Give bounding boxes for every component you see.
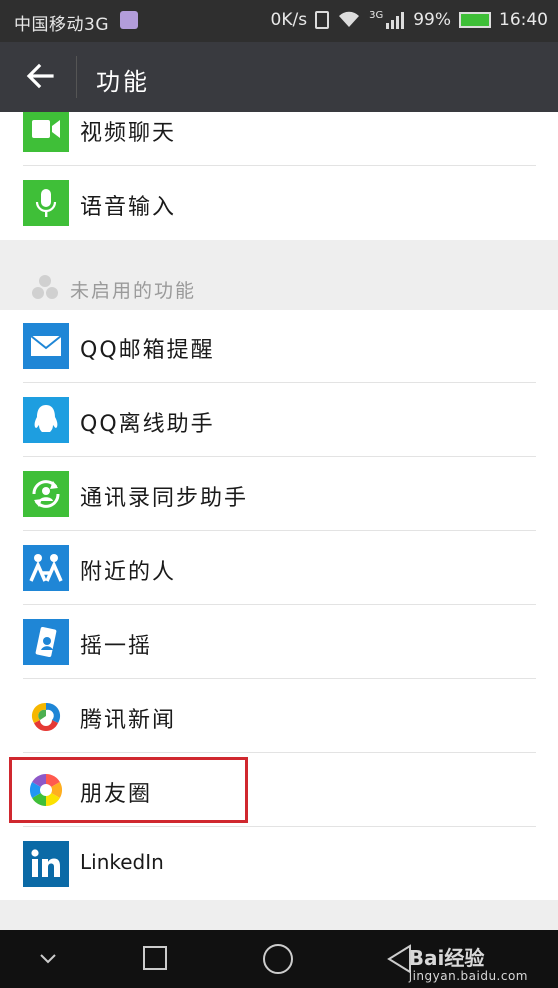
app-bar-divider (76, 56, 77, 98)
page-title: 功能 (96, 68, 150, 96)
list-item-label: 附近的人 (80, 560, 177, 585)
linkedin-icon (23, 841, 69, 887)
tencent-news-icon (23, 693, 69, 739)
status-bar: 中国移动3G 0K/s 3G 99% 16:40 (0, 0, 558, 42)
groups-icon (32, 275, 58, 299)
list-item-label: 视频聊天 (80, 121, 177, 146)
list-item-qq-mail[interactable]: QQ邮箱提醒 (0, 310, 558, 383)
highlight-box (9, 757, 248, 823)
list-item-linkedin[interactable]: LinkedIn (0, 828, 558, 901)
circle-home-icon[interactable] (263, 944, 293, 974)
section-title: 未启用的功能 (70, 280, 197, 302)
signal-icon (386, 12, 405, 29)
wifi-icon (339, 11, 360, 27)
list-item-label: LinkedIn (80, 850, 164, 874)
contacts-sync-icon (23, 471, 69, 517)
list-item-label: 摇一摇 (80, 634, 153, 659)
people-nearby-icon (23, 545, 69, 591)
list-item-shake[interactable]: 摇一摇 (0, 606, 558, 679)
carrier-label: 中国移动3G (14, 15, 109, 35)
enabled-features-group: 视频聊天 语音输入 (0, 112, 558, 240)
divider (23, 752, 536, 753)
list-item-tencent-news[interactable]: 腾讯新闻 (0, 680, 558, 753)
list-item-video-chat[interactable]: 视频聊天 (0, 112, 558, 166)
divider (23, 382, 536, 383)
list-item-voice-input[interactable]: 语音输入 (0, 167, 558, 240)
battery-percent: 99% (413, 10, 451, 30)
battery-icon (459, 12, 491, 28)
divider (23, 165, 536, 166)
list-item-qq-offline[interactable]: QQ离线助手 (0, 384, 558, 457)
vibrate-icon (315, 11, 330, 29)
shake-phone-icon (23, 619, 69, 665)
list-item-people-nearby[interactable]: 附近的人 (0, 532, 558, 605)
disabled-section-header: 未启用的功能 (0, 240, 558, 310)
square-recent-icon[interactable] (143, 946, 167, 970)
notification-icon (120, 11, 138, 29)
qq-penguin-icon (23, 397, 69, 443)
video-chat-icon (23, 112, 69, 152)
list-item-label: QQ邮箱提醒 (80, 338, 215, 363)
microphone-icon (23, 180, 69, 226)
divider (23, 604, 536, 605)
list-item-label: QQ离线助手 (80, 412, 215, 437)
network-speed: 0K/s (270, 10, 308, 30)
list-item-label: 腾讯新闻 (80, 708, 177, 733)
list-item-label: 语音输入 (80, 195, 177, 220)
divider (23, 678, 536, 679)
mail-icon (23, 323, 69, 369)
watermark-brand: Bai经验 (408, 946, 485, 970)
network-type: 3G (369, 9, 384, 21)
list-item-contacts-sync[interactable]: 通讯录同步助手 (0, 458, 558, 531)
chevron-down-icon[interactable] (39, 953, 57, 965)
back-arrow-icon[interactable] (24, 60, 56, 92)
app-bar: 功能 (0, 42, 558, 112)
divider (23, 530, 536, 531)
list-item-label: 通讯录同步助手 (80, 486, 249, 511)
divider (23, 456, 536, 457)
divider (23, 826, 536, 827)
watermark-url: jingyan.baidu.com (408, 969, 528, 983)
baidu-watermark: Bai经验 jingyan.baidu.com (409, 942, 528, 983)
clock: 16:40 (499, 10, 548, 30)
